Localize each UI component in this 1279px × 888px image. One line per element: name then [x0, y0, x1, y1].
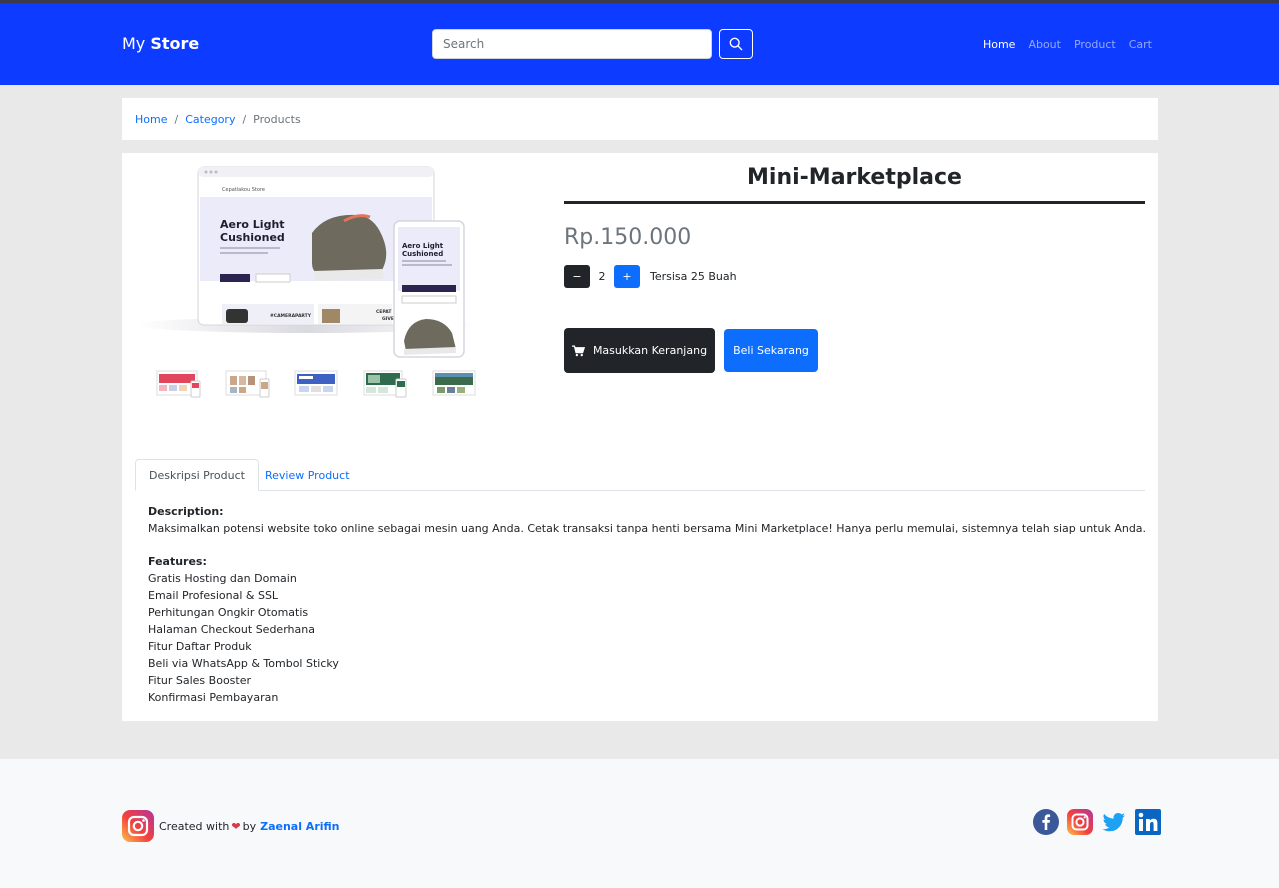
facebook-icon[interactable]	[1033, 809, 1059, 835]
brand-name: Store	[150, 34, 200, 53]
product-price: Rp.150.000	[564, 225, 692, 250]
svg-text:Aero Light: Aero Light	[402, 242, 444, 250]
tab-description[interactable]: Deskripsi Product	[135, 459, 259, 491]
product-main-image[interactable]: Cepatlakou Store Aero Light Cushioned #C…	[136, 163, 480, 363]
breadcrumb-category[interactable]: Category	[185, 113, 235, 126]
add-to-cart-button[interactable]: Masukkan Keranjang	[564, 328, 715, 373]
feature-item: Fitur Sales Booster	[148, 674, 252, 687]
description-text: Maksimalkan potensi website toko online …	[148, 522, 1147, 535]
stock-remaining: Tersisa 25 Buah	[650, 270, 737, 283]
description-panel: Description: Maksimalkan potensi website…	[148, 503, 1146, 706]
product-title: Mini-Marketplace	[747, 165, 962, 190]
footer-credit: Created with ❤ by Zaenal Arifin	[122, 810, 340, 842]
author-link[interactable]: Zaenal Arifin	[260, 820, 339, 833]
svg-text:CEPAT: CEPAT	[376, 309, 392, 315]
thumbnail-1[interactable]	[155, 367, 202, 399]
feature-item: Perhitungan Ongkir Otomatis	[148, 606, 309, 619]
quantity-value[interactable]: 2	[590, 270, 614, 283]
nav-link-product[interactable]: Product	[1074, 38, 1116, 51]
nav-link-about[interactable]: About	[1028, 38, 1061, 51]
breadcrumb-home[interactable]: Home	[135, 113, 167, 126]
by-text: by	[242, 819, 257, 833]
created-with-text: Created with	[159, 819, 230, 833]
feature-item: Konfirmasi Pembayaran	[148, 691, 279, 704]
features-heading: Features:	[148, 555, 207, 568]
cart-icon	[571, 344, 585, 356]
feature-item: Email Profesional & SSL	[148, 589, 279, 602]
description-heading: Description:	[148, 505, 224, 518]
thumbnail-4[interactable]	[362, 367, 409, 399]
quantity-increase-button[interactable]: +	[614, 265, 640, 288]
feature-item: Fitur Daftar Produk	[148, 640, 252, 653]
nav-links: Home About Product Cart	[983, 38, 1152, 51]
footer: Created with ❤ by Zaenal Arifin	[0, 759, 1279, 888]
title-divider	[564, 201, 1145, 204]
feature-item: Gratis Hosting dan Domain	[148, 572, 297, 585]
thumbnail-2[interactable]	[224, 367, 271, 399]
breadcrumb-separator: /	[242, 112, 247, 126]
breadcrumb: Home / Category / Products	[122, 98, 1158, 140]
instagram-icon[interactable]	[1067, 809, 1093, 835]
thumbnail-3[interactable]	[293, 367, 340, 399]
breadcrumb-current: Products	[253, 112, 301, 126]
navbar: My Store Home About Product Cart	[0, 3, 1279, 85]
brand-prefix: My	[122, 34, 146, 53]
twitter-icon[interactable]	[1101, 809, 1127, 835]
svg-text:#CAMERAPARTY: #CAMERAPARTY	[270, 313, 312, 319]
product-card: Cepatlakou Store Aero Light Cushioned #C…	[122, 153, 1158, 721]
search-input[interactable]	[432, 29, 712, 59]
tab-review[interactable]: Review Product	[252, 459, 363, 491]
svg-text:Cushioned: Cushioned	[220, 231, 285, 244]
breadcrumb-separator: /	[174, 112, 179, 126]
feature-item: Beli via WhatsApp & Tombol Sticky	[148, 657, 339, 670]
add-to-cart-label: Masukkan Keranjang	[592, 344, 708, 357]
svg-text:GIVE: GIVE	[382, 316, 394, 322]
search-icon	[729, 37, 743, 51]
product-thumbnails	[155, 367, 478, 399]
brand-logo[interactable]: My Store	[122, 34, 199, 53]
nav-link-cart[interactable]: Cart	[1129, 38, 1152, 51]
nav-link-home[interactable]: Home	[983, 38, 1015, 51]
social-links	[1033, 809, 1161, 835]
product-tabs: Deskripsi Product Review Product	[135, 459, 1145, 491]
feature-item: Halaman Checkout Sederhana	[148, 623, 315, 636]
svg-text:Aero Light: Aero Light	[220, 218, 285, 231]
quantity-stepper: − 2 + Tersisa 25 Buah	[564, 265, 737, 288]
heart-icon: ❤	[231, 819, 241, 833]
thumbnail-5[interactable]	[431, 367, 478, 399]
instagram-icon[interactable]	[122, 810, 154, 842]
buy-now-button[interactable]: Beli Sekarang	[724, 329, 818, 372]
svg-text:Cushioned: Cushioned	[402, 250, 443, 258]
svg-text:Cepatlakou Store: Cepatlakou Store	[222, 187, 265, 193]
linkedin-icon[interactable]	[1135, 809, 1161, 835]
search-button[interactable]	[719, 29, 753, 59]
quantity-decrease-button[interactable]: −	[564, 265, 590, 288]
